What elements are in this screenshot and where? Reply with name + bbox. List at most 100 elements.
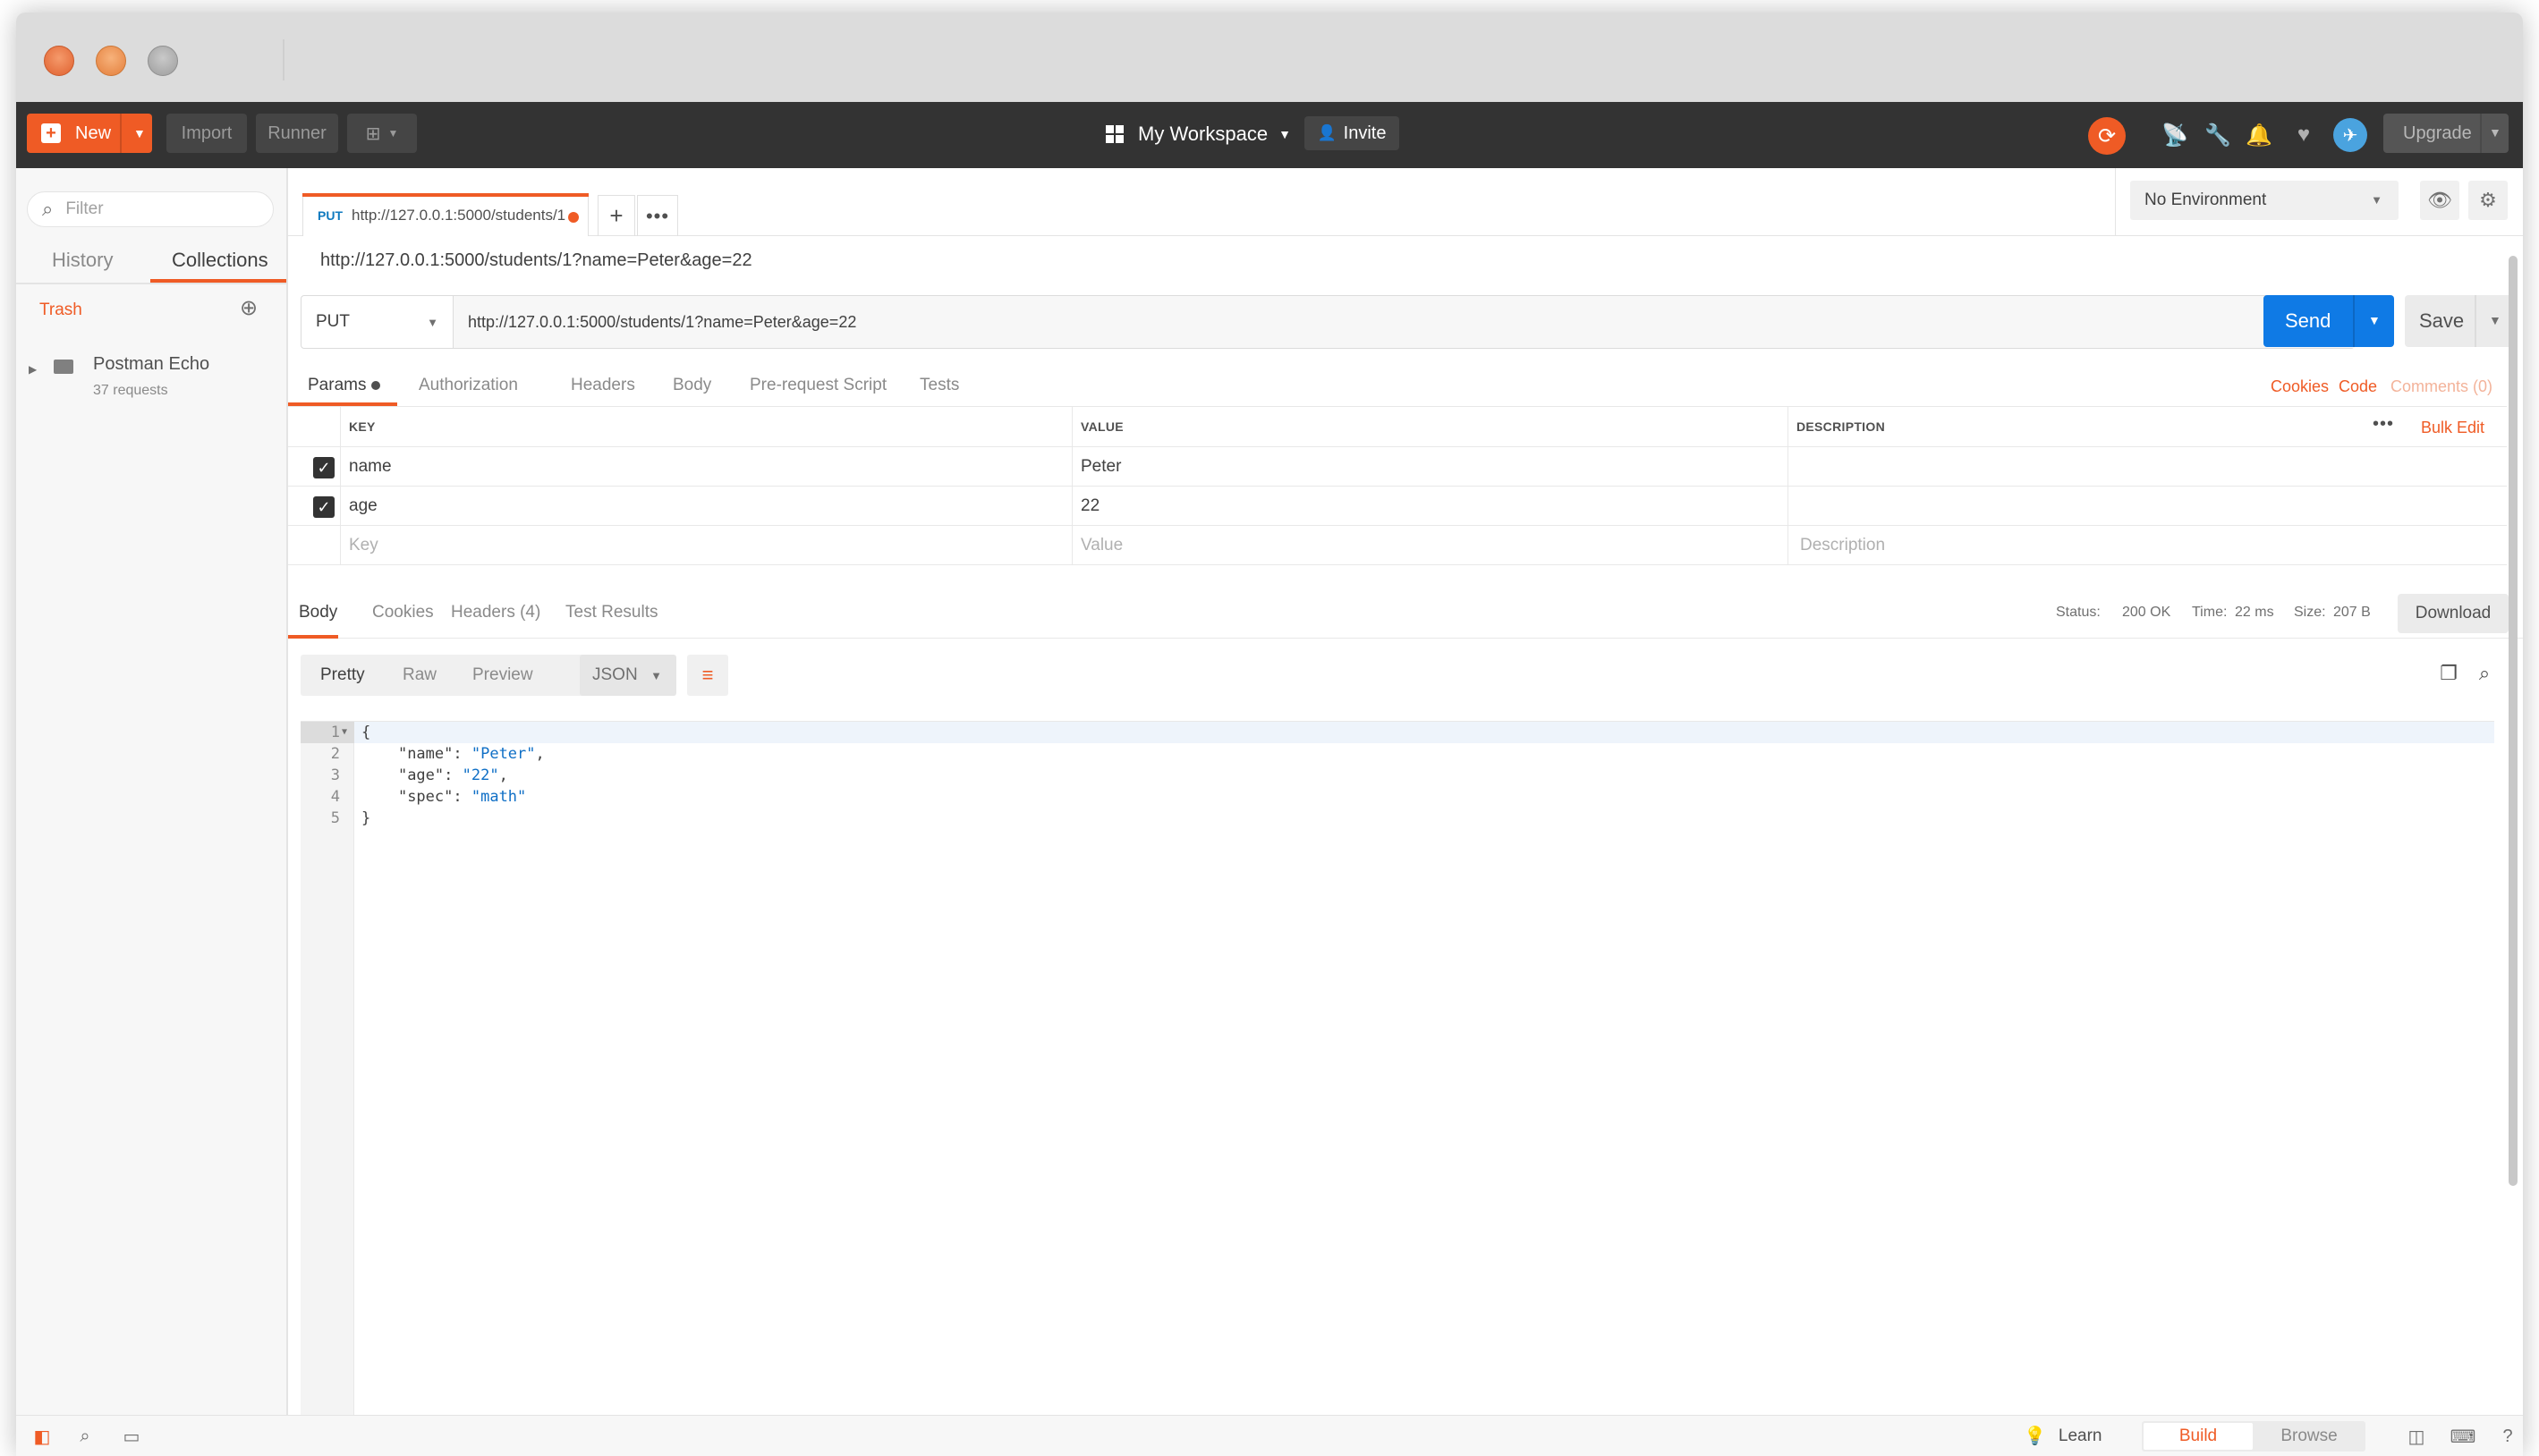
bulk-edit-link[interactable]: Bulk Edit (2421, 419, 2484, 437)
pretty-button[interactable]: Pretty (320, 665, 365, 685)
raw-button[interactable]: Raw (403, 665, 437, 685)
wrap-lines-icon[interactable]: ≡ (687, 655, 728, 696)
method-select[interactable]: PUT ▼ (301, 296, 454, 348)
collection-count: 37 requests (93, 383, 168, 398)
window-maximize-button[interactable] (148, 46, 178, 76)
window-close-button[interactable] (44, 46, 74, 76)
bell-icon[interactable]: 🔔 (2246, 122, 2272, 148)
description-placeholder[interactable]: Description (1800, 526, 2426, 564)
chevron-down-icon: ▼ (1278, 127, 1291, 141)
value-placeholder[interactable]: Value (1081, 526, 1796, 564)
satellite-icon[interactable]: 📡 (2161, 122, 2188, 148)
build-button[interactable]: Build (2144, 1423, 2253, 1450)
gear-icon[interactable]: ⚙ (2468, 181, 2508, 220)
tab-response-headers[interactable]: Headers (4) (451, 603, 540, 622)
window-minimize-button[interactable] (96, 46, 126, 76)
fold-arrow-icon[interactable]: ▼ (342, 722, 347, 743)
code-link[interactable]: Code (2339, 377, 2377, 396)
new-window-icon: ⊞ (365, 123, 381, 144)
save-button[interactable]: Save ▼ (2405, 295, 2512, 347)
upgrade-divider (2480, 114, 2482, 153)
tab-tests[interactable]: Tests (920, 376, 959, 395)
tab-headers[interactable]: Headers (571, 376, 635, 395)
param-value[interactable]: 22 (1081, 487, 1796, 525)
row-checkbox[interactable]: ✓ (313, 496, 335, 518)
param-key[interactable]: name (349, 447, 1065, 486)
param-key[interactable]: age (349, 487, 1065, 525)
new-window-button[interactable]: ⊞ ▼ (347, 114, 417, 153)
save-divider (2475, 295, 2476, 347)
environment-select[interactable]: No Environment ▼ (2130, 181, 2399, 220)
help-icon[interactable]: ? (2494, 1423, 2521, 1450)
chevron-down-icon[interactable]: ▼ (2489, 125, 2501, 140)
request-tab[interactable]: PUT http://127.0.0.1:5000/students/1 (302, 193, 589, 236)
copy-icon[interactable]: ❐ (2435, 660, 2462, 687)
runner-button[interactable]: Runner (256, 114, 338, 153)
chevron-down-icon: ▼ (2371, 193, 2382, 207)
sync-icon[interactable]: ⟳ (2088, 117, 2126, 155)
tab-test-results[interactable]: Test Results (565, 603, 658, 622)
table-row-empty: Key Value Description (288, 526, 2507, 565)
column-divider (1072, 447, 1073, 486)
console-icon[interactable]: ▭ (118, 1423, 145, 1450)
workspace-selector[interactable]: My Workspace ▼ (1106, 113, 1291, 156)
filter-input[interactable] (65, 199, 245, 219)
collection-item[interactable]: ▶ Postman Echo 37 requests (29, 347, 279, 401)
chevron-down-icon[interactable]: ▼ (133, 126, 146, 140)
eye-icon[interactable]: 👁 (2420, 181, 2459, 220)
param-description[interactable] (1796, 487, 2423, 525)
download-button[interactable]: Download (2398, 594, 2509, 633)
chevron-right-icon[interactable]: ▶ (29, 363, 37, 376)
upgrade-button[interactable]: Upgrade ▼ (2383, 114, 2509, 153)
preview-button[interactable]: Preview (472, 665, 533, 685)
send-button[interactable]: Send ▼ (2263, 295, 2394, 347)
chevron-down-icon[interactable]: ▼ (2489, 313, 2501, 327)
tab-params[interactable]: Params (308, 376, 381, 395)
save-label: Save (2419, 309, 2465, 332)
user-plus-icon: 👤 (1317, 124, 1337, 141)
new-button-divider (120, 114, 122, 153)
learn-button[interactable]: 💡 Learn (2024, 1425, 2102, 1447)
two-pane-icon[interactable]: ◫ (2403, 1423, 2430, 1450)
url-input[interactable] (454, 296, 2354, 348)
tab-response-body[interactable]: Body (299, 603, 337, 622)
new-button-label: New (75, 123, 112, 143)
row-checkbox[interactable]: ✓ (313, 457, 335, 478)
more-icon[interactable]: ••• (2373, 414, 2394, 435)
keyboard-icon[interactable]: ⌨ (2450, 1423, 2476, 1450)
format-select[interactable]: JSON ▼ (580, 655, 676, 696)
tab-history[interactable]: History (52, 249, 113, 272)
invite-button[interactable]: 👤 Invite (1304, 116, 1399, 150)
response-body-editor[interactable]: 1 ▼ { 2 "name": "Peter", 3 "age": "22", … (301, 721, 2494, 1437)
toggle-sidebar-icon[interactable]: ◧ (29, 1423, 55, 1450)
tab-authorization[interactable]: Authorization (419, 376, 518, 395)
scrollbar[interactable] (2509, 256, 2518, 1186)
more-icon[interactable]: ••• (637, 195, 678, 236)
chevron-down-icon: ▼ (650, 669, 662, 682)
cookies-link[interactable]: Cookies (2271, 377, 2329, 396)
json-value: "math" (471, 788, 527, 806)
status-footer: ◧ ⌕ ▭ 💡 Learn Build Browse ◫ ⌨ ? (16, 1415, 2523, 1456)
new-collection-icon[interactable]: ⊕ (240, 295, 268, 324)
wrench-icon[interactable]: 🔧 (2204, 122, 2231, 148)
tab-response-cookies[interactable]: Cookies (372, 603, 434, 622)
browse-button[interactable]: Browse (2255, 1423, 2364, 1450)
tab-body[interactable]: Body (673, 376, 711, 395)
tab-collections[interactable]: Collections (172, 249, 268, 272)
heart-icon[interactable]: ♥ (2290, 122, 2317, 148)
chevron-down-icon[interactable]: ▼ (2368, 313, 2381, 327)
param-description[interactable] (1796, 447, 2423, 486)
trash-link[interactable]: Trash (39, 301, 82, 320)
filter-box: ⌕ (27, 191, 274, 227)
comments-link[interactable]: Comments (0) (2390, 377, 2492, 396)
import-button[interactable]: Import (166, 114, 247, 153)
find-icon[interactable]: ⌕ (72, 1423, 98, 1450)
avatar[interactable]: ✈ (2333, 118, 2367, 152)
add-tab-button[interactable]: + (598, 195, 635, 236)
key-placeholder[interactable]: Key (349, 526, 1065, 564)
tab-pre-request-script[interactable]: Pre-request Script (750, 376, 887, 395)
search-icon[interactable]: ⌕ (2471, 660, 2498, 687)
param-value[interactable]: Peter (1081, 447, 1796, 486)
new-button[interactable]: + New ▼ (27, 114, 152, 153)
